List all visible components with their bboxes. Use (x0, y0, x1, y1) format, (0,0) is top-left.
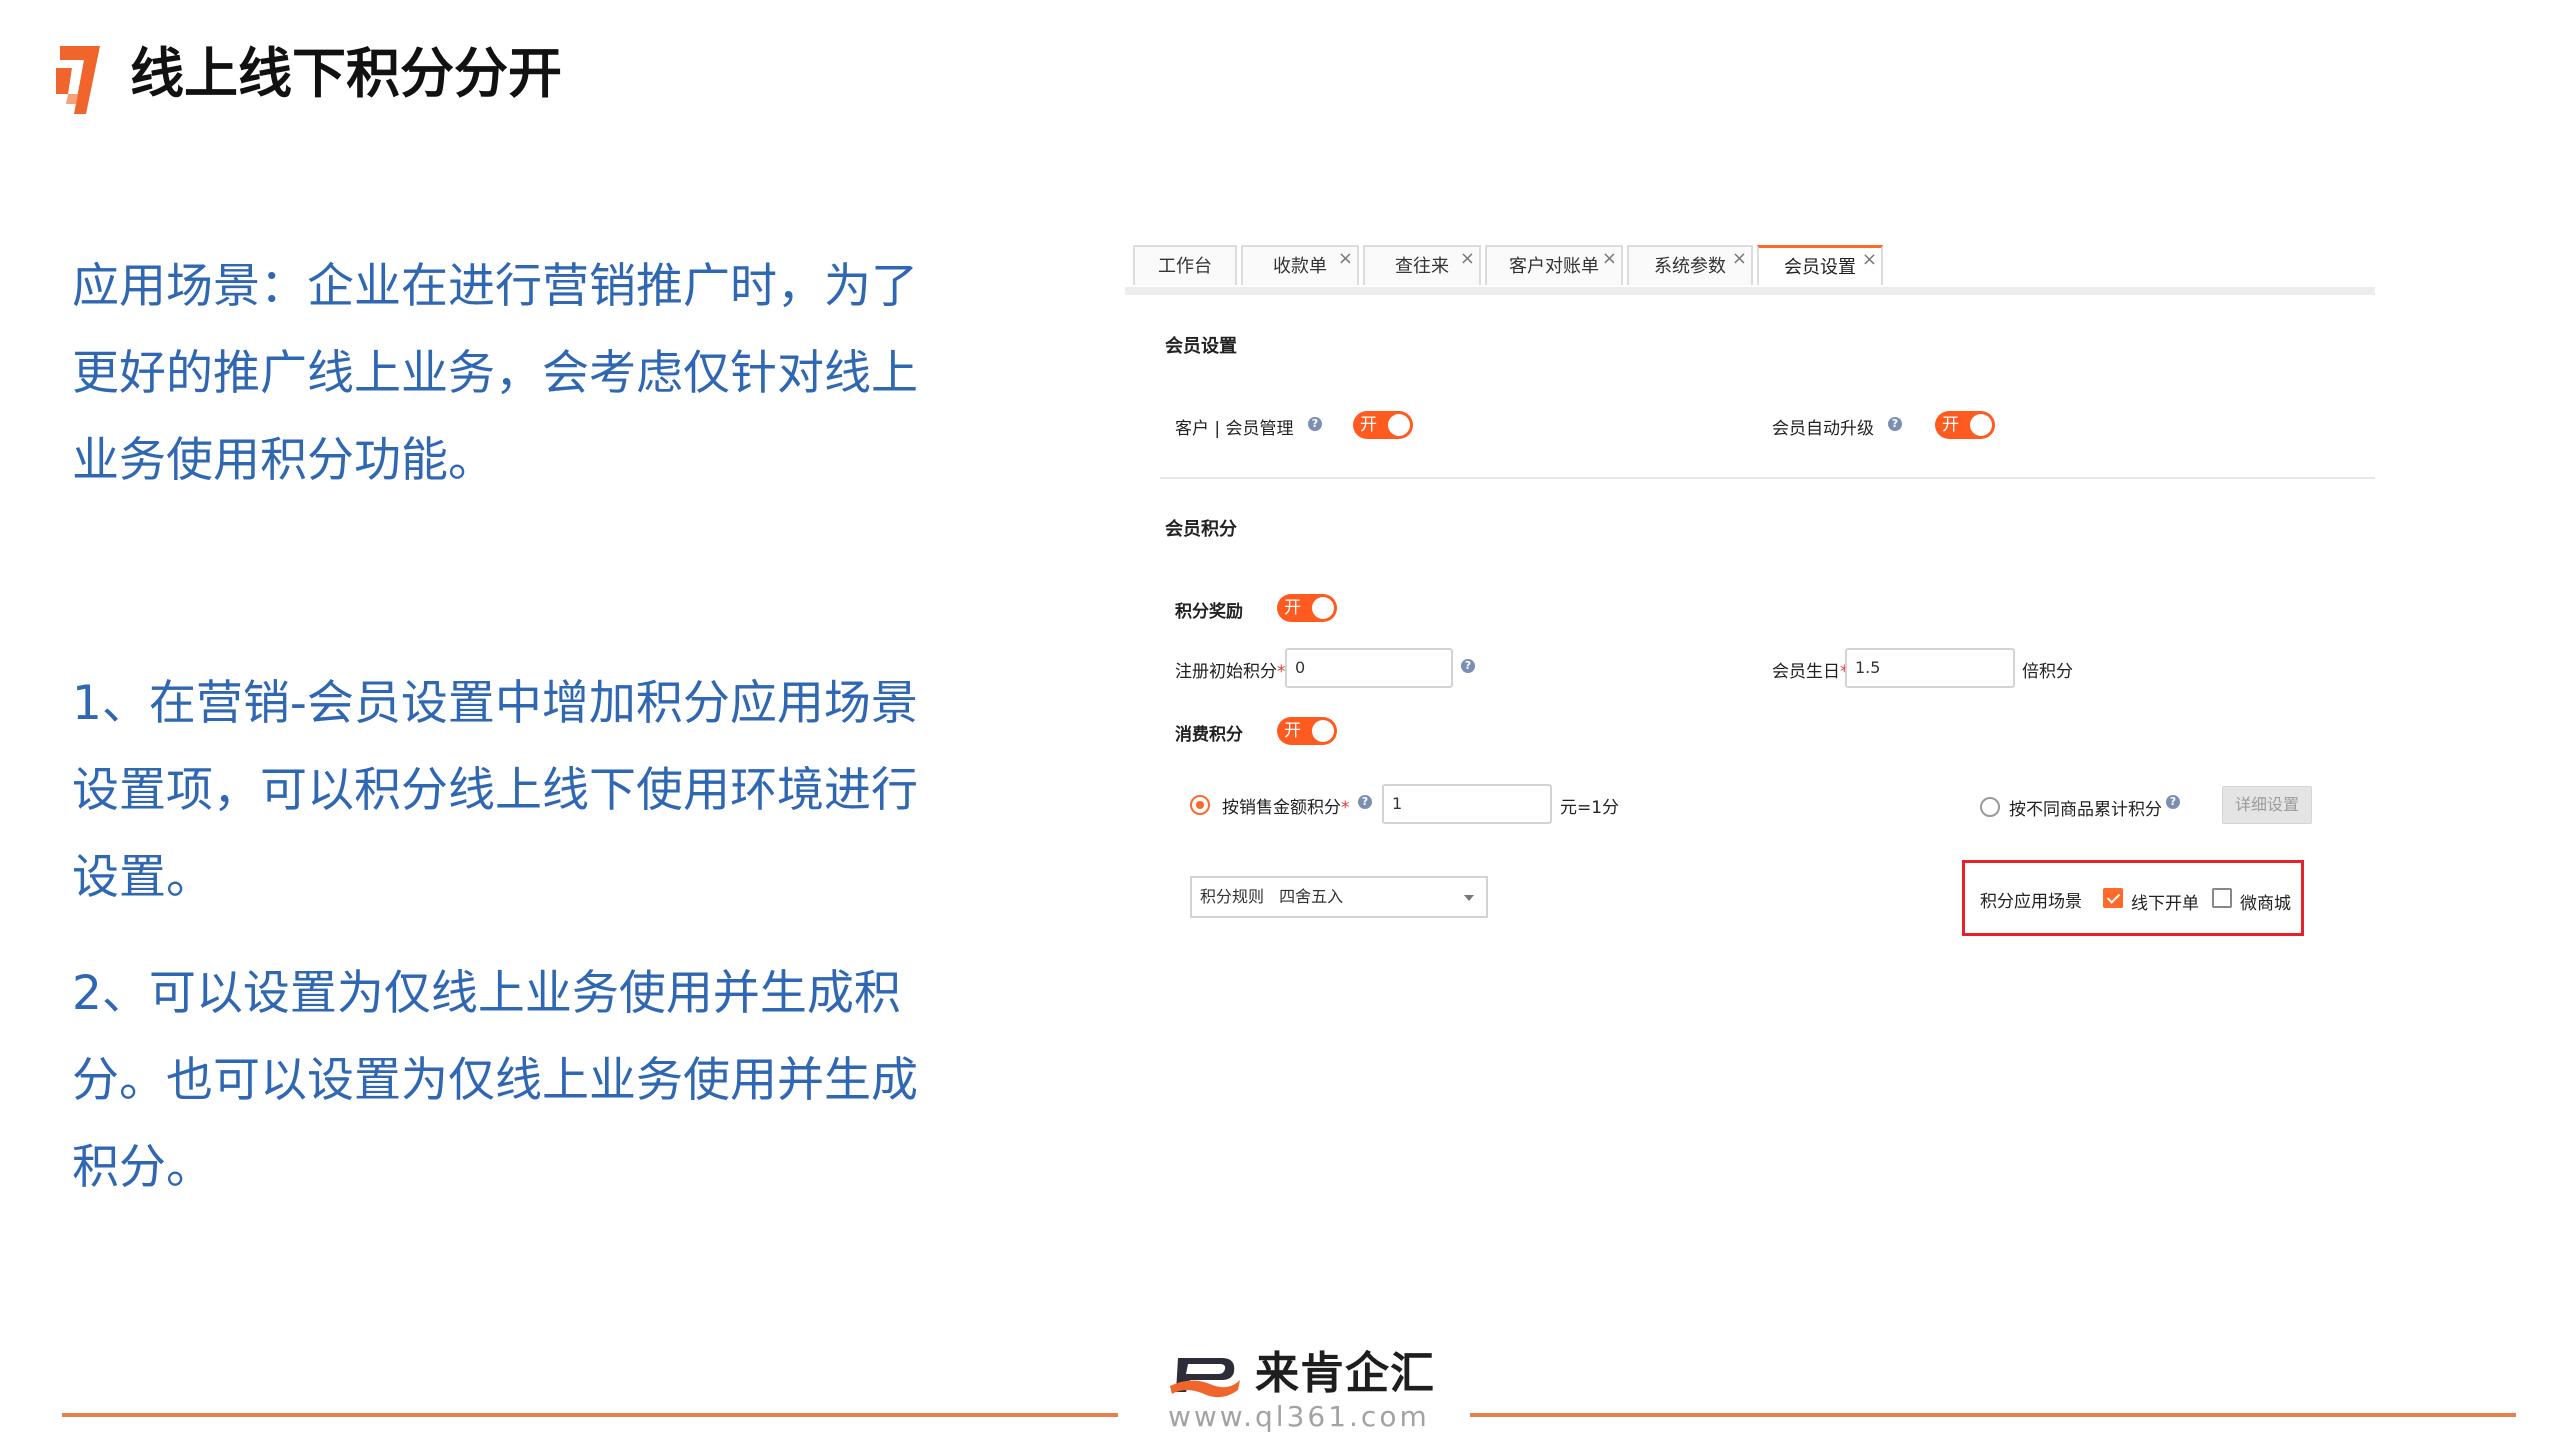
toggle-on-label: 开 (1360, 415, 1377, 435)
tab-bar: 工作台 收款单 × 查往来 × 客户对账单 × 系统参数 × 会员设置 × (1125, 243, 2375, 295)
points-rule-select[interactable]: 积分规则 四舍五入 (1190, 876, 1488, 918)
tab-system-params[interactable]: 系统参数 × (1627, 245, 1753, 285)
slide-title: 线上线下积分分开 (130, 42, 562, 105)
point-1-paragraph: 1、在营销-会员设置中增加积分应用场景设置项，可以积分线上线下使用环境进行设置。 (72, 660, 932, 921)
tab-receipt[interactable]: 收款单 × (1241, 245, 1359, 285)
close-icon[interactable]: × (1862, 240, 1877, 280)
intro-text: 应用场景：企业在进行营销推广时，为了更好的推广线上业务，会考虑仅针对线上业务使用… (72, 259, 918, 488)
point-2-paragraph: 2、可以设置为仅线上业务使用并生成积分。也可以设置为仅线上业务使用并生成积分。 (72, 950, 932, 1211)
points-reward-toggle[interactable]: 开 (1277, 594, 1337, 622)
point-2-text: 2、可以设置为仅线上业务使用并生成积分。也可以设置为仅线上业务使用并生成积分。 (72, 966, 918, 1195)
by-sales-amount-label-text: 按销售金额积分 (1222, 798, 1341, 818)
points-rule-value: 四舍五入 (1279, 887, 1344, 906)
required-mark: * (1341, 798, 1350, 818)
points-rule-label: 积分规则 (1200, 887, 1265, 906)
tab-label: 系统参数 (1654, 256, 1726, 277)
toggle-knob (1312, 597, 1334, 619)
register-initial-label-text: 注册初始积分 (1175, 662, 1277, 682)
member-settings-title: 会员设置 (1165, 336, 1237, 357)
toggle-on-label: 开 (1942, 415, 1959, 435)
toggle-knob (1388, 414, 1410, 436)
help-icon[interactable]: ? (1308, 417, 1322, 431)
toggle-knob (1312, 720, 1334, 742)
offline-order-label: 线下开单 (2131, 894, 2199, 914)
toggle-on-label: 开 (1284, 721, 1301, 741)
toggle-knob (1970, 414, 1992, 436)
intro-paragraph: 应用场景：企业在进行营销推广时，为了更好的推广线上业务，会考虑仅针对线上业务使用… (72, 243, 932, 504)
member-points-title: 会员积分 (1165, 519, 1237, 540)
offline-order-checkbox[interactable] (2103, 888, 2123, 908)
points-reward-label: 积分奖励 (1175, 602, 1243, 622)
consume-points-label: 消费积分 (1175, 725, 1243, 745)
micro-mall-label: 微商城 (2240, 894, 2291, 914)
tab-label: 收款单 (1273, 256, 1327, 277)
close-icon[interactable]: × (1732, 239, 1747, 279)
register-initial-value: 0 (1295, 658, 1306, 677)
title-logo-icon (56, 46, 100, 114)
help-icon[interactable]: ? (1461, 659, 1475, 673)
tab-customer-statement[interactable]: 客户对账单 × (1485, 245, 1623, 285)
register-initial-input[interactable]: 0 (1285, 648, 1453, 688)
by-product-cumulative-label: 按不同商品累计积分 (2009, 800, 2162, 820)
brand-logo-icon (1170, 1358, 1240, 1398)
close-icon[interactable]: × (1460, 239, 1475, 279)
chevron-down-icon (1464, 895, 1474, 901)
scenario-label: 积分应用场景 (1980, 892, 2082, 912)
sales-amount-input[interactable]: 1 (1382, 784, 1552, 824)
tab-label: 会员设置 (1784, 257, 1856, 278)
tab-label: 客户对账单 (1509, 256, 1599, 277)
member-birthday-suffix: 倍积分 (2022, 662, 2073, 682)
detail-settings-button[interactable]: 详细设置 (2222, 786, 2312, 824)
footer-line-right (1466, 1413, 2516, 1417)
tab-label: 工作台 (1158, 256, 1212, 277)
brand-name: 来肯企汇 (1255, 1348, 1435, 1399)
customer-member-mgmt-label: 客户 | 会员管理 (1175, 419, 1294, 439)
close-icon[interactable]: × (1338, 239, 1353, 279)
member-birthday-label: 会员生日* (1772, 657, 1849, 682)
toggle-on-label: 开 (1284, 598, 1301, 618)
point-1-text: 1、在营销-会员设置中增加积分应用场景设置项，可以积分线上线下使用环境进行设置。 (72, 676, 918, 905)
by-product-cumulative-radio[interactable] (1980, 797, 2000, 817)
help-icon[interactable]: ? (1358, 795, 1372, 809)
tab-dealings[interactable]: 查往来 × (1363, 245, 1481, 285)
member-birthday-label-text: 会员生日 (1772, 662, 1840, 682)
by-sales-amount-label: 按销售金额积分* (1222, 793, 1350, 818)
section-divider (1160, 477, 2375, 479)
member-birthday-input[interactable]: 1.5 (1845, 648, 2015, 688)
tab-label: 查往来 (1395, 256, 1449, 277)
help-icon[interactable]: ? (2166, 795, 2180, 809)
micro-mall-checkbox[interactable] (2212, 888, 2232, 908)
member-auto-upgrade-label: 会员自动升级 (1772, 419, 1874, 439)
help-icon[interactable]: ? (1888, 417, 1902, 431)
close-icon[interactable]: × (1602, 239, 1617, 279)
register-initial-label: 注册初始积分* (1175, 657, 1286, 682)
member-auto-upgrade-toggle[interactable]: 开 (1935, 411, 1995, 439)
by-sales-amount-radio[interactable] (1190, 795, 1210, 815)
member-birthday-value: 1.5 (1855, 658, 1881, 677)
consume-points-toggle[interactable]: 开 (1277, 717, 1337, 745)
sales-amount-suffix: 元=1分 (1560, 798, 1620, 818)
tab-member-settings[interactable]: 会员设置 × (1757, 245, 1883, 285)
customer-member-mgmt-toggle[interactable]: 开 (1353, 411, 1413, 439)
footer-line-left (62, 1413, 1122, 1417)
tab-workbench[interactable]: 工作台 (1133, 245, 1237, 285)
sales-amount-value: 1 (1392, 794, 1403, 813)
brand-url: www.ql361.com (1168, 1400, 1430, 1433)
